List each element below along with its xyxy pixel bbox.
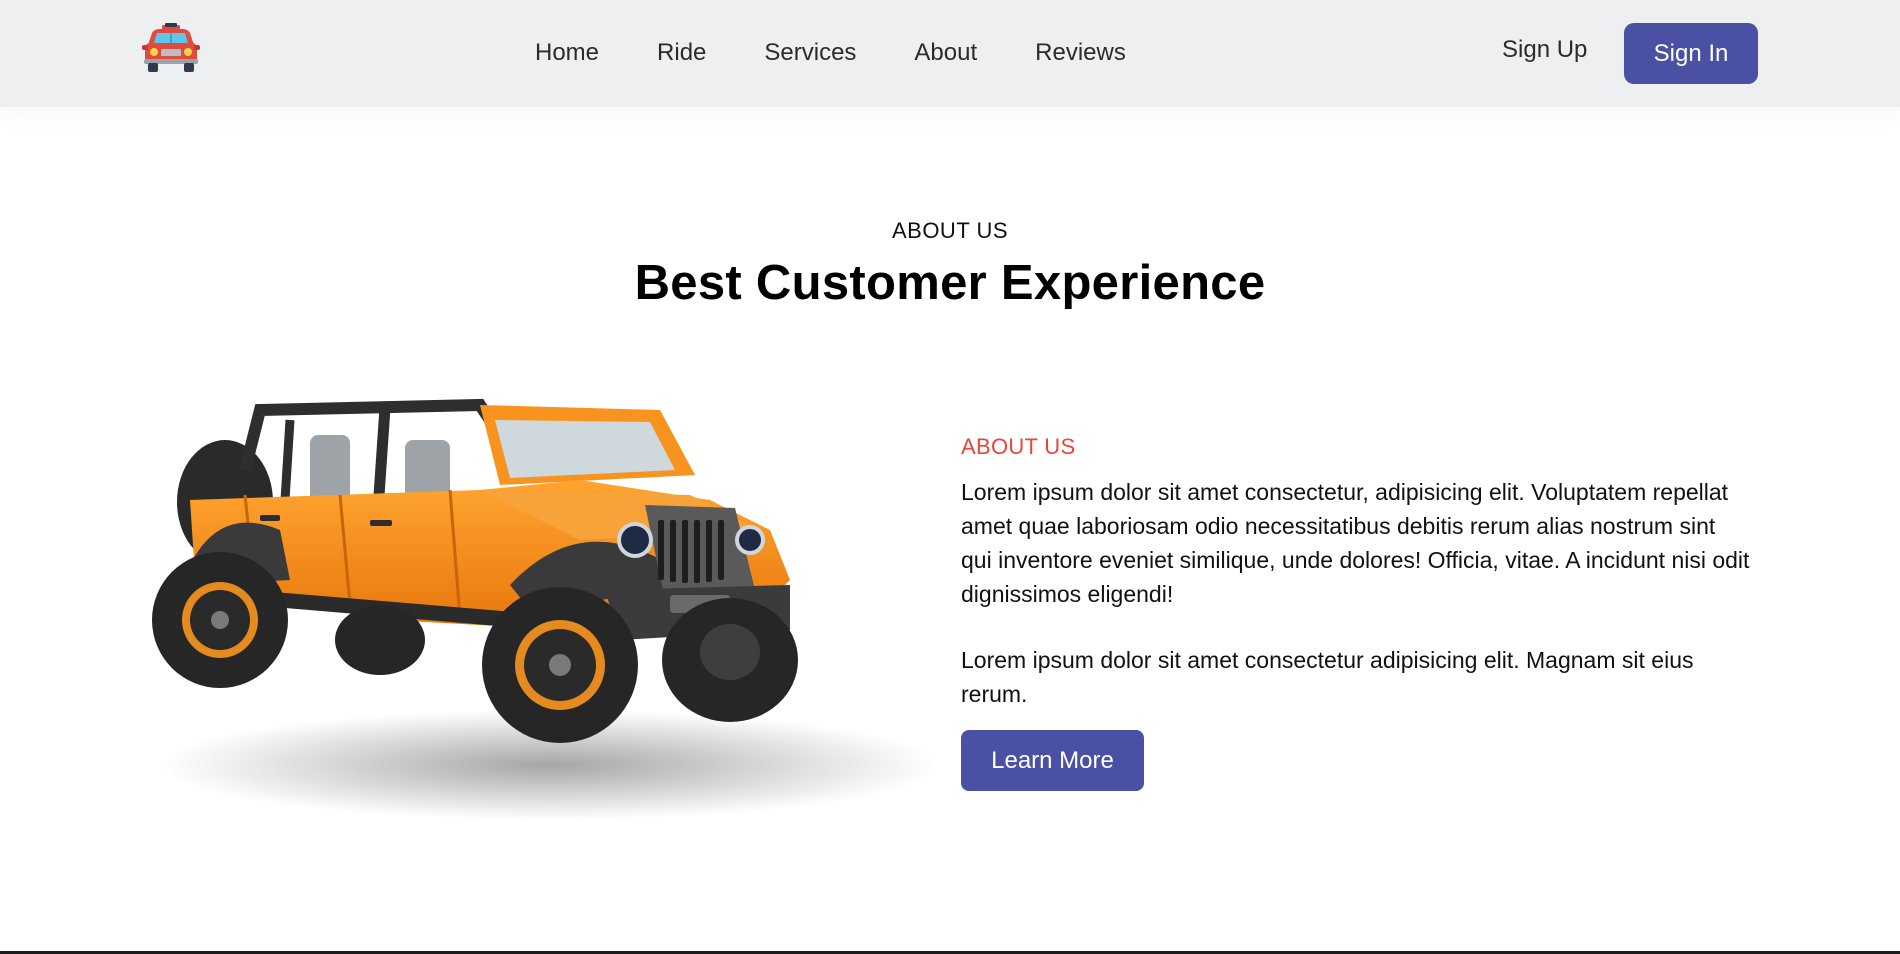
nav-home[interactable]: Home	[535, 39, 599, 67]
about-label: ABOUT US	[961, 434, 1076, 459]
navbar: Home Ride Services About Reviews Sign Up…	[0, 0, 1900, 107]
car-logo-icon[interactable]	[142, 23, 200, 73]
section-title: Best Customer Experience	[634, 256, 1266, 310]
about-paragraph-1: Lorem ipsum dolor sit amet consectetur, …	[961, 479, 1750, 607]
nav-about[interactable]: About	[914, 39, 977, 67]
section-eyebrow: ABOUT US	[891, 218, 1009, 243]
learn-more-button[interactable]: Learn More	[961, 730, 1144, 791]
jeep-image	[150, 390, 935, 830]
sign-up-link[interactable]: Sign Up	[1502, 36, 1587, 64]
main-nav: Home Ride Services About Reviews	[535, 34, 1126, 72]
car-icon	[142, 23, 200, 72]
orange-jeep-image	[152, 398, 935, 820]
nav-services[interactable]: Services	[764, 39, 856, 67]
nav-ride[interactable]: Ride	[657, 39, 706, 67]
about-paragraph-2: Lorem ipsum dolor sit amet consectetur a…	[961, 647, 1694, 707]
nav-reviews[interactable]: Reviews	[1035, 39, 1126, 67]
sign-in-button[interactable]: Sign In	[1624, 23, 1758, 84]
